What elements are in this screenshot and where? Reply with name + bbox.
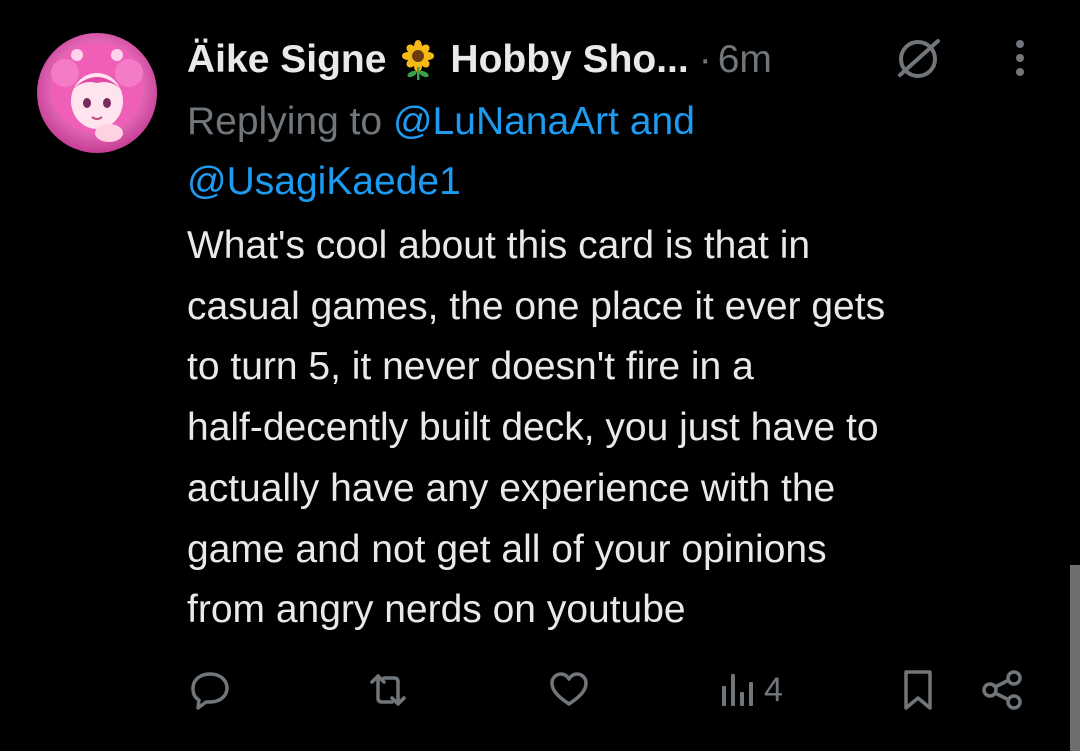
mention-link[interactable]: @UsagiKaede1: [187, 160, 461, 203]
tweet-timestamp[interactable]: 6m: [718, 38, 772, 82]
scrollbar[interactable]: [1070, 565, 1080, 751]
like-button[interactable]: [547, 660, 591, 720]
avatar[interactable]: [37, 33, 157, 153]
time-separator: ·: [698, 38, 712, 81]
share-icon: [978, 668, 1026, 712]
share-button[interactable]: [978, 660, 1026, 720]
more-options-icon[interactable]: [1004, 36, 1036, 80]
tweet-body: What's cool about this card is that in c…: [187, 224, 886, 632]
views-icon: [718, 668, 758, 712]
tweet-actions: 4: [0, 660, 1080, 720]
bookmark-icon: [898, 668, 938, 712]
repost-icon: [364, 668, 412, 712]
tweet-header: Äike Signe Hobby Sho... · 6m: [187, 30, 772, 90]
views-count: 4: [764, 670, 783, 709]
views-button[interactable]: 4: [718, 660, 783, 720]
replying-to-prefix: Replying to: [187, 100, 383, 143]
repost-button[interactable]: [364, 660, 412, 720]
replying-to-conjunction: and: [629, 100, 695, 143]
author-name-suffix[interactable]: Hobby Sho...: [450, 38, 688, 82]
author-display-name[interactable]: Äike Signe: [187, 38, 386, 82]
reply-button[interactable]: [188, 660, 232, 720]
muted-conversation-icon[interactable]: [890, 35, 946, 83]
mention-link[interactable]: @LuNanaArt: [393, 100, 619, 143]
sunflower-emoji-icon: [398, 40, 438, 80]
reply-icon: [188, 668, 232, 712]
like-icon: [547, 668, 591, 712]
tweet[interactable]: Äike Signe Hobby Sho... · 6m Replying to…: [0, 0, 1080, 751]
bookmark-button[interactable]: [898, 660, 938, 720]
replying-to-line: Replying to @LuNanaArt and @UsagiKaede1: [187, 92, 1047, 212]
